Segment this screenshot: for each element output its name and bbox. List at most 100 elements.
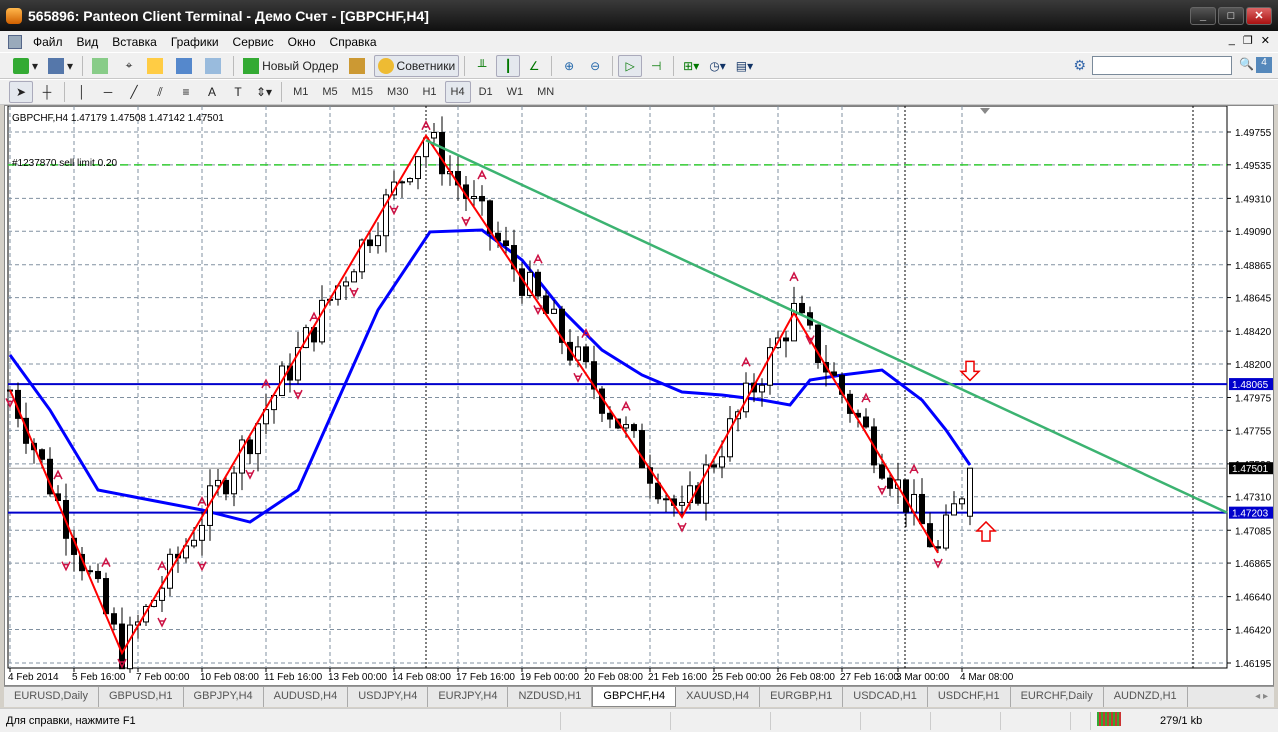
profiles-button[interactable]: ▾	[44, 55, 77, 77]
arrows-tool[interactable]: ⇕▾	[252, 81, 276, 103]
price-tick-label: 1.47085	[1235, 526, 1272, 537]
chart-tab[interactable]: USDCAD,H1	[843, 687, 928, 707]
text-label-tool[interactable]: T	[226, 81, 250, 103]
chart-tab[interactable]: EURJPY,H4	[428, 687, 509, 707]
candle-body	[607, 412, 613, 420]
fibonacci-tool[interactable]: ≡	[174, 81, 198, 103]
timeframe-d1[interactable]: D1	[473, 81, 499, 103]
chart-tab[interactable]: USDJPY,H4	[348, 687, 429, 707]
periods-button[interactable]: ◷▾	[705, 55, 730, 77]
minimize-button[interactable]: _	[1190, 7, 1216, 25]
timeframe-m30[interactable]: M30	[381, 81, 414, 103]
settings-gear-icon[interactable]: ⚙	[1073, 57, 1086, 74]
price-chart[interactable]: 1.49755 1.49535 1.49310 1.49090 1.48865 1.486…	[5, 106, 1273, 685]
price-tick-label: 1.48645	[1235, 294, 1272, 305]
candle-body	[439, 132, 445, 175]
timeframe-w1[interactable]: W1	[501, 81, 530, 103]
market-watch-icon[interactable]	[88, 55, 115, 77]
bar-chart-button[interactable]: ╨	[470, 55, 494, 77]
chart-tab[interactable]: AUDNZD,H1	[1104, 687, 1188, 707]
chart-tab[interactable]: GBPCHF,H4	[592, 687, 677, 707]
timeframe-m15[interactable]: M15	[346, 81, 379, 103]
search-input[interactable]	[1092, 56, 1232, 75]
price-tick-label: 1.49090	[1235, 227, 1272, 238]
tab-scroll-arrows[interactable]: ◂ ▸	[1255, 687, 1268, 706]
chart-tab[interactable]: GBPJPY,H4	[184, 687, 264, 707]
timeframe-h1[interactable]: H1	[416, 81, 442, 103]
menu-view[interactable]: Вид	[70, 35, 106, 49]
chart-tab[interactable]: EURCHF,Daily	[1011, 687, 1104, 707]
templates-button[interactable]: ▤▾	[732, 55, 757, 77]
menu-tools[interactable]: Сервис	[226, 35, 281, 49]
navigator-icon[interactable]	[143, 55, 170, 77]
time-tick-label: 21 Feb 16:00	[648, 672, 707, 683]
chart-tab[interactable]: XAUUSD,H4	[676, 687, 761, 707]
indicators-button[interactable]: ⊞▾	[679, 55, 703, 77]
price-tick-label: 1.47310	[1235, 493, 1272, 504]
candle-body	[919, 493, 925, 525]
candle-body	[351, 271, 357, 283]
timeframe-h4[interactable]: H4	[444, 81, 471, 103]
window-title: 565896: Panteon Client Terminal - Демо С…	[28, 7, 429, 24]
chart-tab[interactable]: EURGBP,H1	[760, 687, 844, 707]
chart-tabs: EURUSD,Daily GBPUSD,H1 GBPJPY,H4 AUDUSD,H4 U…	[4, 686, 1274, 707]
tester-icon[interactable]	[201, 55, 228, 77]
close-button[interactable]: ✕	[1246, 7, 1272, 25]
horizontal-line-tool[interactable]: ─	[96, 81, 120, 103]
text-tool[interactable]: A	[200, 81, 224, 103]
vertical-line-tool[interactable]: │	[70, 81, 94, 103]
crosshair-nav-icon[interactable]: ⌖	[117, 55, 141, 77]
time-tick-label: 10 Feb 08:00	[200, 672, 259, 683]
new-order-button[interactable]: Новый Ордер	[239, 55, 342, 77]
terminal-icon[interactable]	[172, 55, 199, 77]
crosshair-tool[interactable]: ┼	[35, 81, 59, 103]
mdi-minimize-button[interactable]: _	[1229, 34, 1235, 47]
candlestick-button[interactable]: ┃	[496, 54, 521, 77]
candle-body	[799, 302, 805, 314]
chart-window[interactable]: 1.49755 1.49535 1.49310 1.49090 1.48865 1.486…	[4, 105, 1274, 686]
new-chart-button[interactable]: ▾	[9, 55, 42, 77]
trendline-tool[interactable]: ╱	[122, 81, 146, 103]
candle-body	[935, 546, 941, 549]
candle-body	[879, 464, 885, 479]
menu-window[interactable]: Окно	[281, 35, 323, 49]
zoom-out-icon[interactable]: ⊖	[583, 55, 607, 77]
chart-shift-button[interactable]: ⊣	[644, 55, 668, 77]
candle-body	[719, 456, 725, 468]
menu-file[interactable]: Файл	[26, 35, 70, 49]
line-chart-button[interactable]: ∠	[522, 55, 546, 77]
chart-tab[interactable]: GBPUSD,H1	[99, 687, 184, 707]
menu-help[interactable]: Справка	[323, 35, 384, 49]
candle-body	[375, 235, 381, 247]
maximize-button[interactable]: □	[1218, 7, 1244, 25]
auto-scroll-button[interactable]: ▷	[618, 54, 643, 77]
status-traffic: 279/1 kb	[1160, 714, 1203, 727]
candle-body	[679, 502, 685, 506]
search-icon[interactable]: 🔍	[1239, 57, 1254, 71]
time-tick-label: 13 Feb 00:00	[328, 672, 387, 683]
chart-tab[interactable]: AUDUSD,H4	[264, 687, 349, 707]
order-label: #1237870 sell limit 0.20	[12, 158, 118, 169]
mdi-restore-button[interactable]: ❐	[1243, 34, 1253, 47]
plot-area	[7, 106, 1228, 669]
candle-body	[887, 477, 893, 489]
experts-button[interactable]: Советники	[373, 54, 460, 77]
candle-body	[111, 613, 117, 625]
timeframe-m1[interactable]: M1	[287, 81, 314, 103]
timeframe-mn[interactable]: MN	[531, 81, 560, 103]
chart-tab[interactable]: EURUSD,Daily	[4, 687, 99, 707]
equidistant-channel-tool[interactable]: ⫽	[148, 81, 172, 103]
menu-insert[interactable]: Вставка	[105, 35, 164, 49]
timeframe-m5[interactable]: M5	[316, 81, 343, 103]
title-bar: 565896: Panteon Client Terminal - Демо С…	[0, 0, 1278, 31]
experts-label: Советники	[396, 58, 456, 73]
cursor-tool[interactable]: ➤	[9, 81, 33, 103]
chart-tab[interactable]: NZDUSD,H1	[508, 687, 593, 707]
candle-body	[863, 416, 869, 428]
metaeditor-icon[interactable]	[345, 55, 372, 77]
zoom-in-icon[interactable]: ⊕	[557, 55, 581, 77]
mdi-close-button[interactable]: ✕	[1261, 34, 1270, 47]
mailbox-icon[interactable]: 4	[1256, 57, 1272, 73]
chart-tab[interactable]: USDCHF,H1	[928, 687, 1011, 707]
menu-charts[interactable]: Графики	[164, 35, 226, 49]
